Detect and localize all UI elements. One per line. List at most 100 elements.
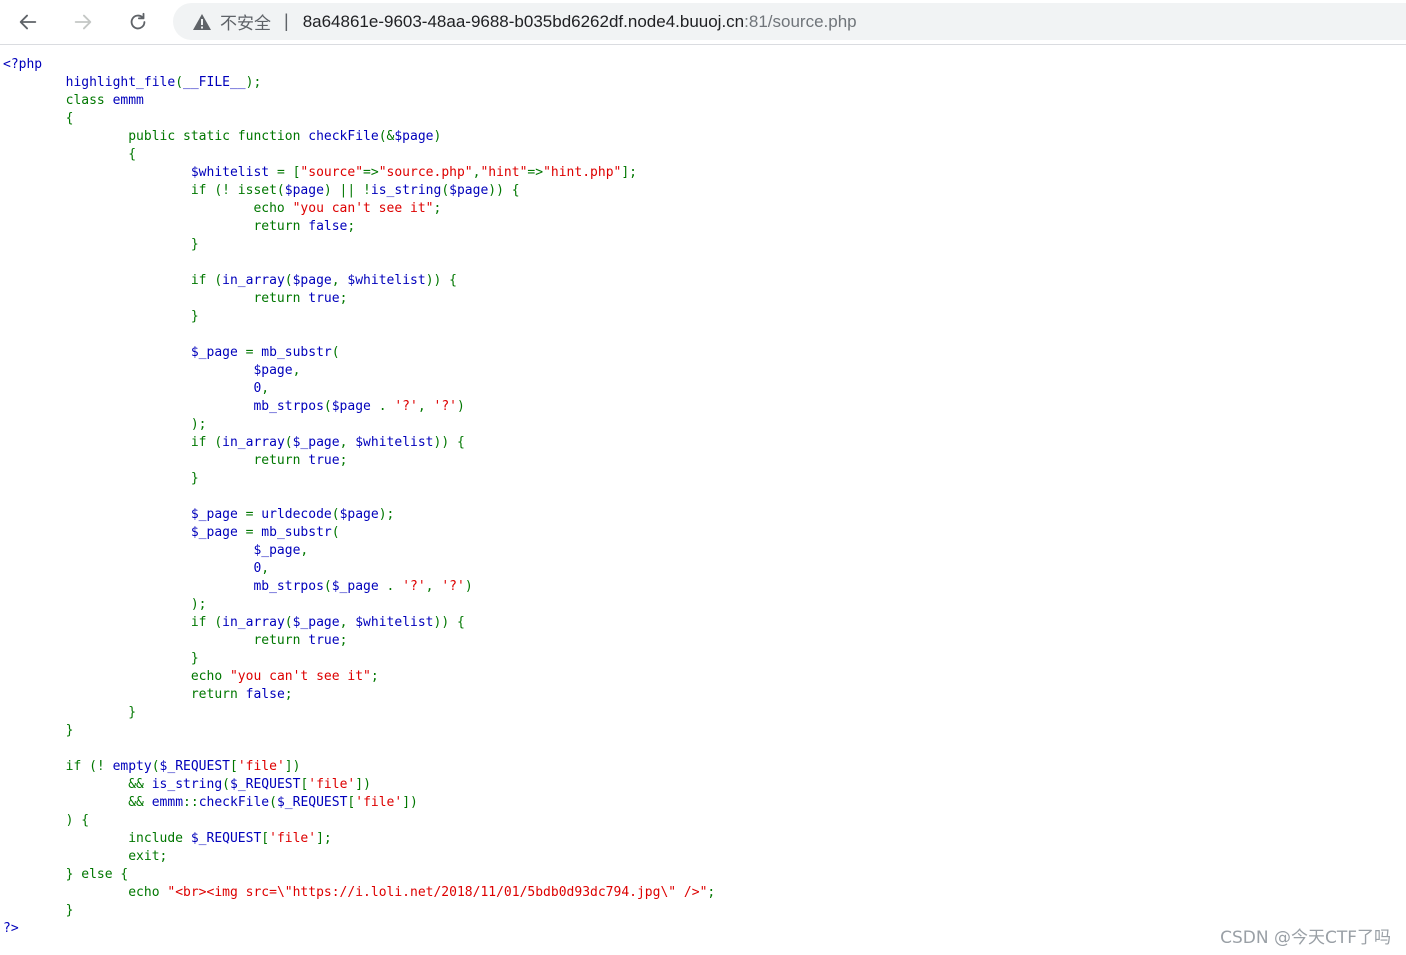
code-token: false — [245, 687, 285, 702]
code-token: '?' — [402, 579, 426, 594]
code-token: )) { — [425, 273, 457, 288]
code-line: ?> — [3, 921, 19, 936]
code-line: return true; — [3, 453, 347, 468]
code-line: public static function checkFile(&$page) — [3, 129, 441, 144]
url-path: :81/source.php — [744, 11, 857, 31]
code-token: ; — [370, 669, 379, 684]
code-token: ); — [3, 417, 207, 432]
back-button[interactable] — [10, 4, 46, 40]
code-token: , — [292, 363, 301, 378]
code-token: , — [261, 381, 270, 396]
code-token: , — [339, 615, 356, 630]
code-line: return false; — [3, 219, 355, 234]
code-line: $_page = mb_substr( — [3, 345, 340, 360]
code-token: echo — [3, 669, 230, 684]
code-line: && is_string($_REQUEST['file']) — [3, 777, 371, 792]
code-token: ; — [284, 687, 293, 702]
code-line: class emmm — [3, 93, 144, 108]
code-token: ( — [284, 435, 293, 450]
code-token: , — [331, 273, 348, 288]
code-token: } — [3, 723, 74, 738]
code-token: ); — [245, 75, 262, 90]
code-line: return true; — [3, 633, 347, 648]
code-token: [ — [261, 831, 270, 846]
csdn-watermark: CSDN @今天CTF了吗 — [1220, 928, 1391, 948]
code-token: $page — [292, 273, 332, 288]
code-token: $page — [3, 363, 293, 378]
code-token: highlight_file — [3, 75, 176, 90]
address-bar[interactable]: 不安全 | 8a64861e-9603-48aa-9688-b035bd6262… — [173, 3, 1406, 40]
code-token: } — [3, 237, 199, 252]
forward-button[interactable] — [65, 4, 101, 40]
code-token: "you can't see it" — [229, 669, 371, 684]
code-token: $page — [339, 507, 379, 522]
code-token: ( — [331, 345, 340, 360]
code-line: } — [3, 903, 74, 918]
url-host: 8a64861e-9603-48aa-9688-b035bd6262df.nod… — [302, 11, 745, 31]
code-token: ( — [175, 75, 184, 90]
code-token: mb_substr — [261, 525, 332, 540]
code-token: '?' — [441, 579, 465, 594]
code-token: '?' — [394, 399, 418, 414]
code-token: => — [363, 165, 379, 180]
code-line: } — [3, 237, 199, 252]
code-token: $page — [449, 183, 489, 198]
code-token: ; — [707, 885, 716, 900]
code-token: if ( — [3, 273, 223, 288]
code-token: urldecode — [261, 507, 332, 522]
code-token: } — [3, 705, 137, 720]
code-token: ) { — [3, 813, 90, 828]
arrow-right-icon — [74, 14, 92, 30]
browser-toolbar: 不安全 | 8a64861e-9603-48aa-9688-b035bd6262… — [0, 0, 1406, 45]
code-token: 0 — [3, 381, 262, 396]
code-token: $_REQUEST — [190, 831, 262, 846]
code-token: && — [3, 795, 152, 810]
address-separator: | — [284, 11, 289, 31]
code-token: $page — [331, 399, 379, 414]
code-token: ]; — [316, 831, 332, 846]
code-token: = — [245, 507, 262, 522]
code-token: ( — [441, 183, 450, 198]
code-token: 'file' — [355, 795, 403, 810]
code-token: return — [3, 291, 309, 306]
code-line: echo "<br><img src=\"https://i.loli.net/… — [3, 885, 715, 900]
code-token: ( — [151, 759, 160, 774]
code-token: '?' — [433, 399, 457, 414]
code-token: <?php — [3, 57, 43, 72]
code-token: ]) — [402, 795, 418, 810]
code-token: mb_strpos — [3, 399, 324, 414]
code-token: include — [3, 831, 191, 846]
code-token: ; — [339, 291, 348, 306]
code-token: if ( — [3, 615, 223, 630]
code-token: ; — [433, 201, 442, 216]
reload-button[interactable] — [120, 4, 156, 40]
code-token: [ — [230, 759, 238, 774]
code-token: empty — [112, 759, 152, 774]
code-line: return false; — [3, 687, 293, 702]
code-line: highlight_file(__FILE__); — [3, 75, 262, 90]
code-token: $whitelist — [347, 273, 426, 288]
code-token: $_page — [292, 615, 340, 630]
code-line: && emmm::checkFile($_REQUEST['file']) — [3, 795, 418, 810]
code-token: if (! — [3, 759, 113, 774]
code-token: "source.php" — [378, 165, 473, 180]
code-token: } else { — [3, 867, 129, 882]
code-line: 0, — [3, 381, 269, 396]
code-token: checkFile — [308, 129, 379, 144]
code-token: )) { — [433, 615, 465, 630]
code-token: 'file' — [269, 831, 317, 846]
code-token: } — [3, 903, 74, 918]
code-token: $whitelist — [355, 435, 434, 450]
not-secure-label[interactable]: 不安全 — [220, 9, 271, 34]
code-token: $whitelist — [355, 615, 434, 630]
code-line: ); — [3, 597, 207, 612]
code-token: class — [3, 93, 113, 108]
code-token: checkFile — [198, 795, 270, 810]
code-line: mb_strpos($_page . '?', '?') — [3, 579, 472, 594]
reload-icon — [130, 12, 146, 30]
code-token: "hint.php" — [543, 165, 622, 180]
code-token: $_REQUEST — [230, 777, 301, 792]
code-token: ; — [347, 219, 356, 234]
code-token: is_string — [151, 777, 223, 792]
arrow-left-icon — [19, 14, 37, 30]
